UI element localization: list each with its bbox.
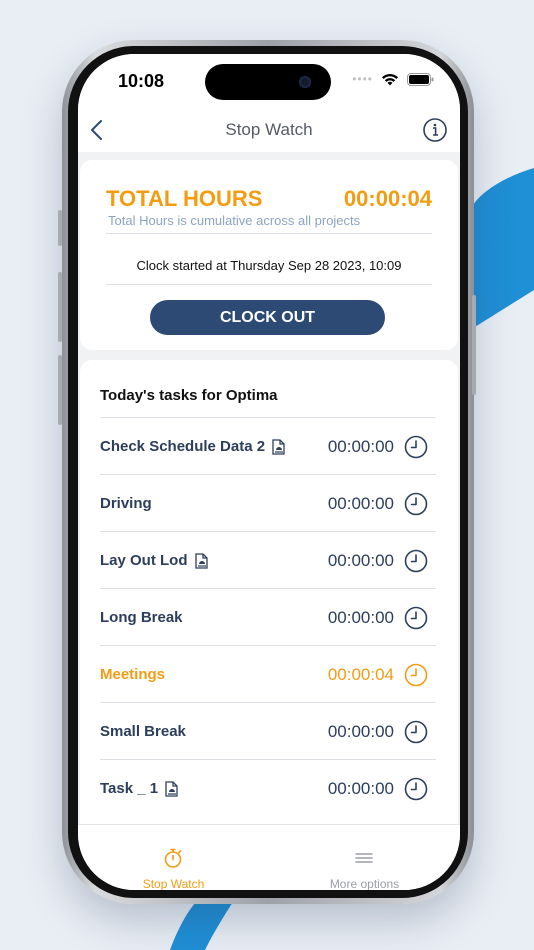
- task-name: Driving: [100, 495, 152, 512]
- task-row[interactable]: Small Break 00:00:00: [100, 702, 436, 759]
- task-time: 00:00:00: [327, 779, 394, 798]
- task-name: Lay Out Lod: [100, 552, 209, 569]
- task-name-label: Task _ 1: [100, 780, 159, 797]
- phone-volume-up-button: [58, 272, 62, 342]
- task-row[interactable]: Meetings 00:00:04: [100, 645, 436, 702]
- task-row[interactable]: Lay Out Lod 00:00:00: [100, 531, 436, 588]
- phone-volume-down-button: [58, 355, 62, 425]
- info-icon[interactable]: [422, 117, 448, 143]
- total-hours-label: TOTAL HOURS: [106, 186, 263, 211]
- task-time: 00:00:00: [327, 437, 394, 456]
- task-name: Long Break: [100, 609, 183, 626]
- task-time: 00:00:04: [327, 665, 394, 684]
- task-name: Small Break: [100, 723, 186, 740]
- task-time: 00:00:00: [327, 494, 394, 513]
- clock-out-button[interactable]: CLOCK OUT: [150, 300, 385, 335]
- tab-more-options[interactable]: More options: [269, 825, 460, 890]
- phone-power-button: [472, 295, 476, 395]
- cellular-signal-icon: ••••: [352, 72, 373, 86]
- tab-bar: Stop Watch More options: [78, 824, 460, 890]
- status-time: 10:08: [118, 71, 165, 91]
- clock-started-text: Clock started at Thursday Sep 28 2023, 1…: [136, 258, 402, 273]
- task-name-label: Check Schedule Data 2: [100, 438, 266, 455]
- phone-mute-button: [58, 210, 62, 246]
- navigation-bar: Stop Watch: [78, 108, 460, 152]
- clock-icon[interactable]: [404, 435, 428, 459]
- task-name-label: Long Break: [100, 609, 183, 626]
- task-name: Task _ 1: [100, 780, 179, 797]
- total-hours-subtitle: Total Hours is cumulative across all pro…: [108, 213, 361, 228]
- divider: [106, 233, 432, 234]
- task-name: Meetings: [100, 666, 165, 683]
- clock-icon[interactable]: [404, 606, 428, 630]
- total-hours-card: TOTAL HOURS 00:00:04 Total Hours is cumu…: [80, 160, 458, 350]
- wifi-icon: [382, 73, 398, 85]
- clock-icon[interactable]: [404, 720, 428, 744]
- clock-icon[interactable]: [404, 549, 428, 573]
- task-time: 00:00:00: [327, 608, 394, 627]
- tab-stop-watch-label: Stop Watch: [142, 877, 205, 890]
- tasks-heading: Today's tasks for Optima: [100, 387, 278, 404]
- task-row[interactable]: Check Schedule Data 2 00:00:00: [100, 417, 436, 474]
- tab-stop-watch[interactable]: Stop Watch: [78, 825, 269, 890]
- task-row[interactable]: Task _ 1 00:00:00: [100, 759, 436, 816]
- stopwatch-icon: [164, 848, 182, 868]
- total-hours-value: 00:00:04: [343, 186, 432, 211]
- document-icon: [272, 438, 285, 455]
- status-bar: 10:08 ••••: [78, 54, 460, 108]
- task-name-label: Meetings: [100, 666, 166, 683]
- status-icons: ••••: [352, 72, 434, 86]
- tab-more-options-label: More options: [329, 877, 400, 890]
- document-icon: [165, 780, 178, 797]
- task-name-label: Lay Out Lod: [100, 552, 188, 569]
- page-title: Stop Watch: [225, 120, 313, 139]
- clock-icon[interactable]: [404, 663, 428, 687]
- dynamic-island: [205, 64, 331, 100]
- task-row[interactable]: Driving 00:00:00: [100, 474, 436, 531]
- clock-icon[interactable]: [404, 492, 428, 516]
- clock-icon[interactable]: [404, 777, 428, 801]
- task-name-label: Small Break: [100, 723, 186, 740]
- tasks-card: Today's tasks for Optima Check Schedule …: [80, 360, 458, 890]
- divider: [106, 284, 432, 285]
- task-name: Check Schedule Data 2: [100, 438, 286, 455]
- document-icon: [194, 552, 208, 569]
- task-time: 00:00:00: [327, 722, 394, 741]
- task-name-label: Driving: [100, 495, 152, 512]
- battery-icon: [407, 72, 434, 86]
- task-time: 00:00:00: [327, 551, 394, 570]
- task-row[interactable]: Long Break 00:00:00: [100, 588, 436, 645]
- menu-icon: [355, 853, 373, 863]
- app-screen: 10:08 •••• Stop Watch TOTAL HOURS 00:00:…: [78, 54, 460, 890]
